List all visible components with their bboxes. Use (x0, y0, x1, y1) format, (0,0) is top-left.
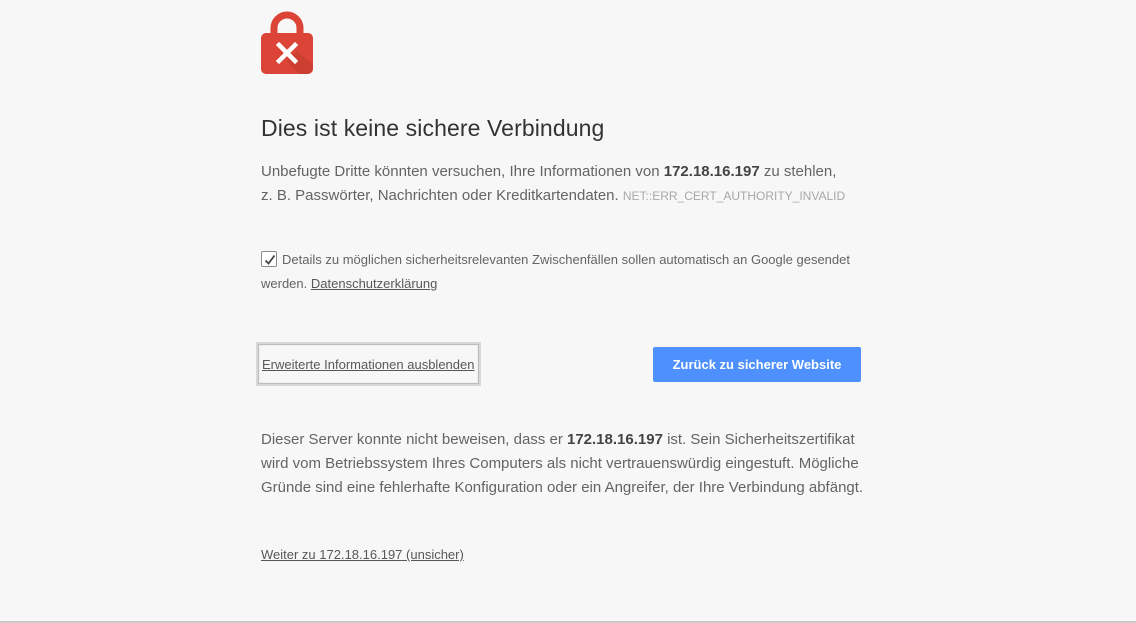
details-host-name: 172.18.16.197 (566, 431, 663, 448)
main-message: Unbefugte Dritte könnten versuchen, Ihre… (261, 160, 881, 208)
lock-error-icon (261, 8, 313, 74)
proceed-unsafe-link[interactable]: Weiter zu 172.18.16.197 (unsicher) (261, 547, 464, 562)
hide-advanced-button[interactable]: Erweiterte Informationen ausblenden (258, 344, 479, 384)
error-code: NET::ERR_CERT_AUTHORITY_INVALID (622, 189, 846, 203)
back-to-safety-button[interactable]: Zurück zu sicherer Website (653, 347, 861, 382)
description-text-2: zu stehlen, (759, 163, 837, 180)
host-name: 172.18.16.197 (663, 163, 760, 180)
hide-advanced-label: Erweiterte Informationen ausblenden (262, 356, 475, 372)
details-text-1: Dieser Server konnte nicht beweisen, das… (261, 431, 567, 448)
reporting-checkbox[interactable] (261, 251, 277, 267)
checkmark-icon (264, 254, 276, 265)
details-text: Dieser Server konnte nicht beweisen, das… (261, 428, 871, 500)
description-text-3: z. B. Passwörter, Nachrichten oder Kredi… (261, 187, 623, 204)
description-text-1: Unbefugte Dritte könnten versuchen, Ihre… (261, 163, 664, 180)
privacy-policy-link[interactable]: Datenschutzerklärung (311, 276, 437, 291)
page-title: Dies ist keine sichere Verbindung (261, 115, 605, 141)
reporting-option: Details zu möglichen sicherheitsrelevant… (261, 248, 871, 296)
